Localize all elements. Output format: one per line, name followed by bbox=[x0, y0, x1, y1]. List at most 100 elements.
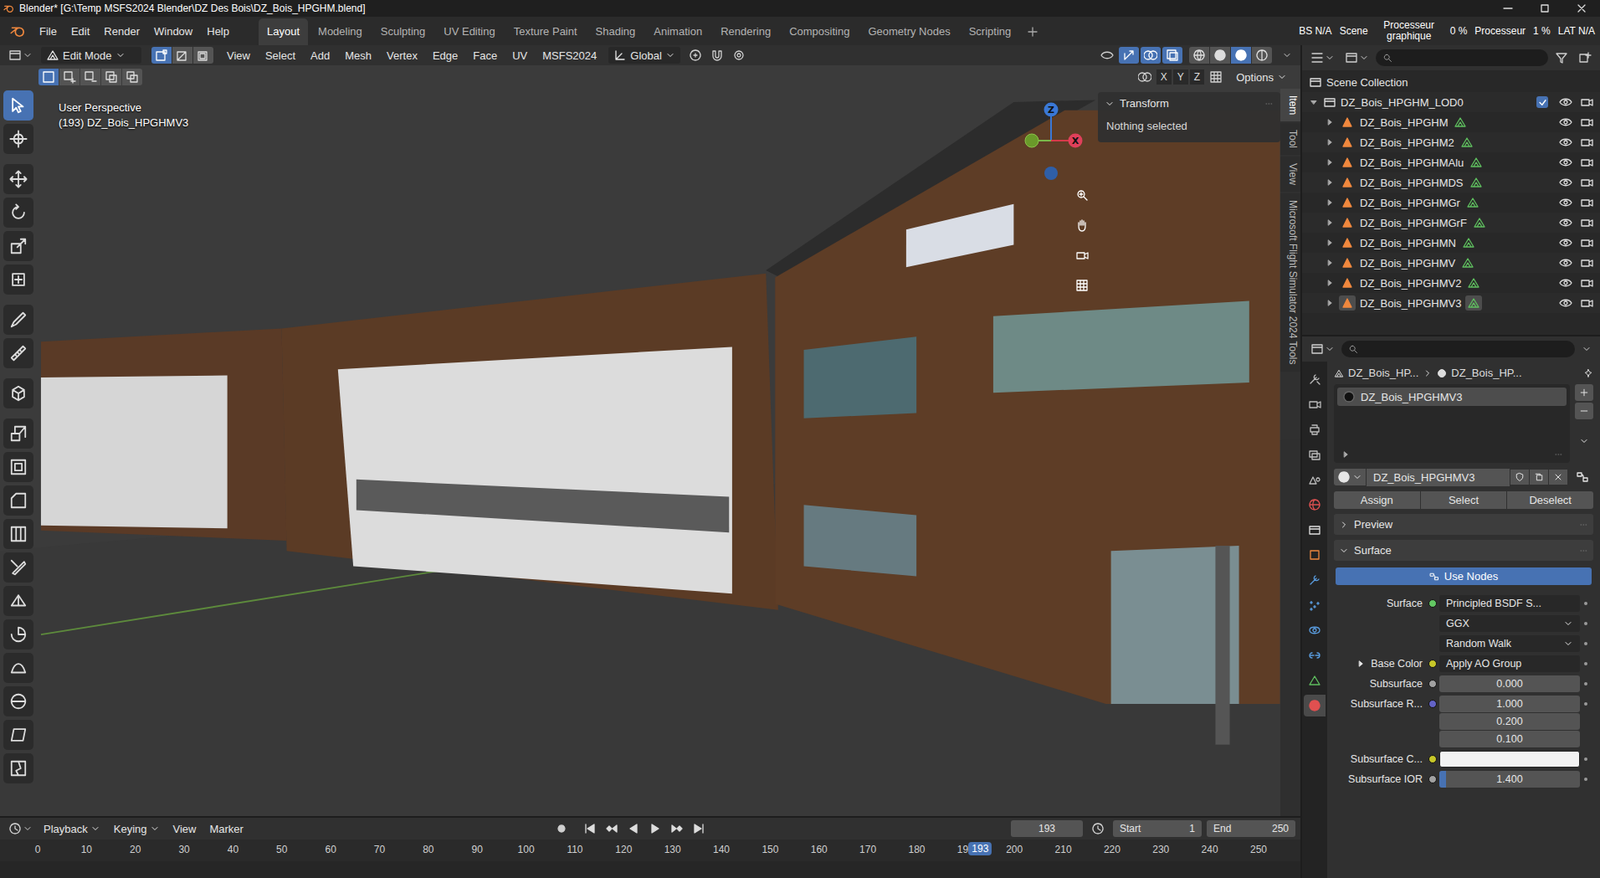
eye-icon[interactable] bbox=[1558, 256, 1573, 270]
keyframe-dot[interactable] bbox=[1584, 621, 1588, 626]
timeline-scrollbar[interactable] bbox=[0, 861, 1301, 878]
duplicate-button[interactable] bbox=[1529, 469, 1549, 485]
browse-material-button[interactable] bbox=[1333, 468, 1366, 486]
box-mode-button[interactable] bbox=[59, 68, 80, 86]
fake-user-button[interactable] bbox=[1510, 469, 1529, 485]
timeline-menu[interactable]: Keying bbox=[107, 820, 166, 837]
previous-key-button[interactable] bbox=[601, 820, 622, 837]
unlink-button[interactable] bbox=[1548, 469, 1568, 485]
scene-render[interactable] bbox=[0, 65, 1301, 816]
box-mode-button[interactable] bbox=[80, 68, 101, 86]
resize-handle-icon[interactable] bbox=[1553, 449, 1564, 460]
mesh-data-icon[interactable] bbox=[1469, 155, 1483, 170]
collapsed-arrow-icon[interactable] bbox=[1324, 197, 1335, 208]
maximize-button[interactable] bbox=[1526, 0, 1564, 17]
world-tab[interactable] bbox=[1303, 493, 1326, 516]
tool-button[interactable] bbox=[3, 552, 34, 583]
workspace-tab[interactable]: Geometry Nodes bbox=[859, 18, 959, 46]
panel-header[interactable]: Transform bbox=[1097, 92, 1281, 115]
physics-tab[interactable] bbox=[1303, 619, 1326, 642]
sidebar-tab[interactable]: View bbox=[1280, 156, 1301, 192]
eye-icon[interactable] bbox=[1558, 235, 1573, 250]
number-field[interactable]: 0.100 bbox=[1439, 730, 1580, 748]
snap-button[interactable] bbox=[707, 46, 728, 64]
workspace-tab[interactable]: Compositing bbox=[780, 18, 858, 46]
camera-icon[interactable] bbox=[1579, 215, 1594, 230]
outliner-row[interactable]: DZ_Bois_HPGHMAlu bbox=[1302, 152, 1600, 173]
modifier-tab[interactable] bbox=[1303, 569, 1326, 591]
outliner-row[interactable]: Scene Collection bbox=[1302, 71, 1600, 93]
solid-button[interactable] bbox=[1210, 46, 1231, 64]
scene-tab[interactable] bbox=[1303, 468, 1326, 491]
box-mode-button[interactable] bbox=[101, 68, 122, 86]
outliner-row[interactable]: DZ_Bois_HPGHM2 bbox=[1302, 132, 1600, 153]
viewport-menu-item[interactable]: Mesh bbox=[338, 46, 379, 65]
play-button[interactable] bbox=[645, 820, 666, 837]
workspace-tab[interactable]: UV Editing bbox=[435, 18, 503, 46]
keyframe-dot[interactable] bbox=[1584, 682, 1588, 686]
viewport-menu-item[interactable]: Vertex bbox=[379, 46, 425, 65]
eye-icon[interactable] bbox=[1558, 276, 1573, 290]
editor-type-button[interactable] bbox=[5, 820, 36, 837]
add-slot-button[interactable] bbox=[1574, 384, 1594, 401]
slot-action-button[interactable]: Select bbox=[1420, 491, 1508, 509]
mirror-button[interactable] bbox=[1134, 68, 1155, 86]
eye-icon[interactable] bbox=[1558, 215, 1573, 230]
tool-button[interactable] bbox=[3, 652, 34, 683]
socket-dot[interactable] bbox=[1428, 774, 1437, 784]
tool-button[interactable] bbox=[3, 264, 34, 295]
play-reverse-button[interactable] bbox=[623, 820, 644, 837]
jump-start-button[interactable] bbox=[579, 820, 600, 837]
collapsed-arrow-icon[interactable] bbox=[1324, 257, 1335, 268]
panel-header[interactable]: Preview bbox=[1333, 513, 1594, 535]
gizmo-toggle[interactable] bbox=[1118, 46, 1139, 64]
color-swatch[interactable] bbox=[1439, 750, 1580, 768]
mirror-axis-toggle[interactable]: Y bbox=[1173, 69, 1189, 85]
editor-type-button[interactable] bbox=[1307, 340, 1339, 358]
viewport-menu-item[interactable]: MSFS2024 bbox=[535, 46, 604, 65]
data-tab[interactable] bbox=[1303, 669, 1326, 692]
workspace-tab[interactable]: Sculpting bbox=[372, 18, 434, 46]
tool-button[interactable] bbox=[3, 418, 34, 449]
socket-dot[interactable] bbox=[1428, 679, 1437, 688]
blender-menu[interactable] bbox=[5, 22, 32, 40]
shading-options-button[interactable] bbox=[1278, 48, 1296, 62]
outliner-row[interactable]: DZ_Bois_HPGHMGr bbox=[1302, 192, 1600, 213]
keyframe-dot[interactable] bbox=[1584, 661, 1588, 666]
end-frame-field[interactable]: End250 bbox=[1206, 820, 1296, 837]
pin-icon[interactable] bbox=[1583, 368, 1594, 379]
new-collection-button[interactable] bbox=[1574, 49, 1595, 67]
jump-end-button[interactable] bbox=[688, 820, 709, 837]
collection-tab[interactable] bbox=[1303, 518, 1326, 541]
tool-button[interactable] bbox=[3, 451, 34, 483]
eye-icon[interactable] bbox=[1558, 296, 1573, 310]
axis-gizmo[interactable]: ZX bbox=[1010, 102, 1092, 183]
filter-button[interactable] bbox=[1551, 49, 1572, 67]
current-frame-field[interactable]: 193 bbox=[1010, 820, 1083, 837]
workspace-tab[interactable]: Modeling bbox=[309, 18, 371, 46]
tool-button[interactable] bbox=[3, 304, 34, 335]
properties-search[interactable] bbox=[1341, 340, 1575, 358]
timeline-menu[interactable]: View bbox=[167, 820, 203, 837]
collapsed-arrow-icon[interactable] bbox=[1324, 137, 1335, 148]
socket-dot[interactable] bbox=[1428, 599, 1437, 608]
camera-icon[interactable] bbox=[1579, 296, 1594, 310]
tool-button[interactable] bbox=[3, 230, 34, 262]
view-layer-tab[interactable] bbox=[1303, 443, 1326, 466]
collapsed-arrow-icon[interactable] bbox=[1324, 297, 1335, 308]
options-button[interactable] bbox=[1578, 342, 1595, 356]
camera-icon[interactable] bbox=[1579, 115, 1594, 129]
camera-icon[interactable] bbox=[1579, 276, 1594, 290]
eye-icon[interactable] bbox=[1558, 135, 1573, 149]
expand-arrow-icon[interactable] bbox=[1340, 449, 1351, 460]
viewport-menu-item[interactable]: Face bbox=[466, 46, 504, 65]
tool-button[interactable] bbox=[3, 485, 34, 516]
mesh-data-icon[interactable] bbox=[1460, 135, 1474, 149]
linked-node-field[interactable]: Principled BSDF S... bbox=[1439, 594, 1580, 612]
orientation-dropdown[interactable]: Global bbox=[608, 46, 681, 64]
tool-button[interactable] bbox=[3, 719, 34, 750]
camera-view-button[interactable] bbox=[1069, 242, 1095, 268]
slot-menu-button[interactable] bbox=[1574, 432, 1594, 450]
linked-node-field[interactable]: Apply AO Group bbox=[1439, 655, 1580, 672]
camera-icon[interactable] bbox=[1579, 175, 1594, 190]
